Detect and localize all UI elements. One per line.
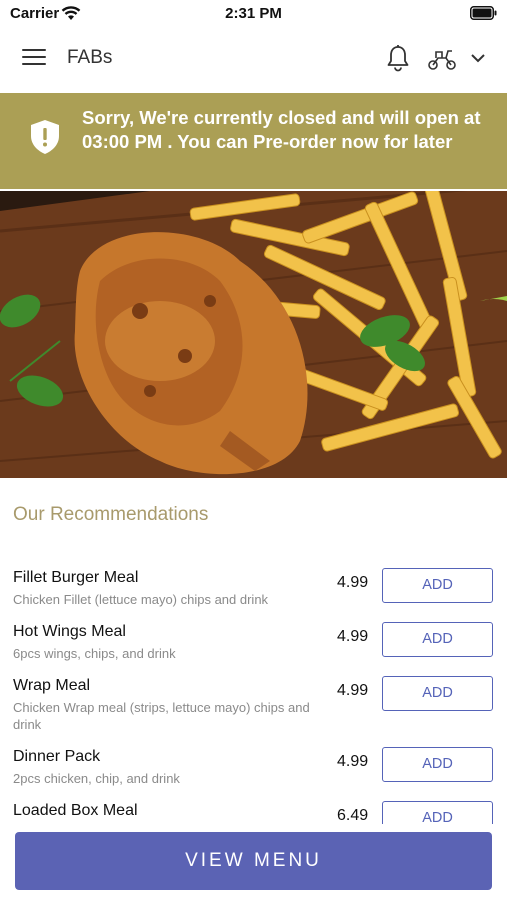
item-name: Loaded Box Meal xyxy=(13,802,138,819)
add-button[interactable]: ADD xyxy=(382,801,493,824)
chevron-down-icon[interactable] xyxy=(470,52,486,64)
banner-message: Sorry, We're currently closed and will o… xyxy=(82,107,481,152)
item-name: Fillet Burger Meal xyxy=(13,569,139,586)
item-name: Dinner Pack xyxy=(13,748,101,765)
closed-banner: Sorry, We're currently closed and will o… xyxy=(0,93,507,189)
battery-icon xyxy=(470,6,497,20)
item-description: 6pcs wings, chips, and drink xyxy=(13,646,176,661)
recommendations-heading: Our Recommendations xyxy=(13,504,209,525)
item-description: 2pcs chicken, chip, and drink xyxy=(13,771,180,786)
bell-icon[interactable] xyxy=(386,44,410,72)
add-button[interactable]: ADD xyxy=(382,568,493,603)
clock: 2:31 PM xyxy=(225,5,282,22)
item-price: 4.99 xyxy=(337,682,369,699)
add-button[interactable]: ADD xyxy=(382,622,493,657)
item-price: 4.99 xyxy=(337,628,369,645)
add-button[interactable]: ADD xyxy=(382,676,493,711)
status-bar: Carrier 2:31 PM xyxy=(0,0,507,28)
hero-food-image xyxy=(0,191,507,478)
item-price: 6.49 xyxy=(337,807,369,824)
view-menu-button[interactable]: VIEW MENU xyxy=(15,832,492,890)
item-price: 4.99 xyxy=(337,574,369,591)
item-description: Chicken Wrap meal (strips, lettuce mayo)… xyxy=(13,700,310,732)
add-button[interactable]: ADD xyxy=(382,747,493,782)
page-title: FABs xyxy=(67,47,113,68)
item-name: Wrap Meal xyxy=(13,677,91,694)
nav-bar: FABs xyxy=(0,28,507,90)
item-price: 4.99 xyxy=(337,753,369,770)
item-name: Hot Wings Meal xyxy=(13,623,126,640)
item-description: Chicken Fillet (lettuce mayo) chips and … xyxy=(13,592,269,607)
scooter-icon[interactable] xyxy=(427,47,457,71)
menu-icon[interactable] xyxy=(22,49,46,69)
recommendations-list: Fillet Burger Meal Chicken Fillet (lettu… xyxy=(0,560,507,824)
shield-icon xyxy=(31,120,59,154)
